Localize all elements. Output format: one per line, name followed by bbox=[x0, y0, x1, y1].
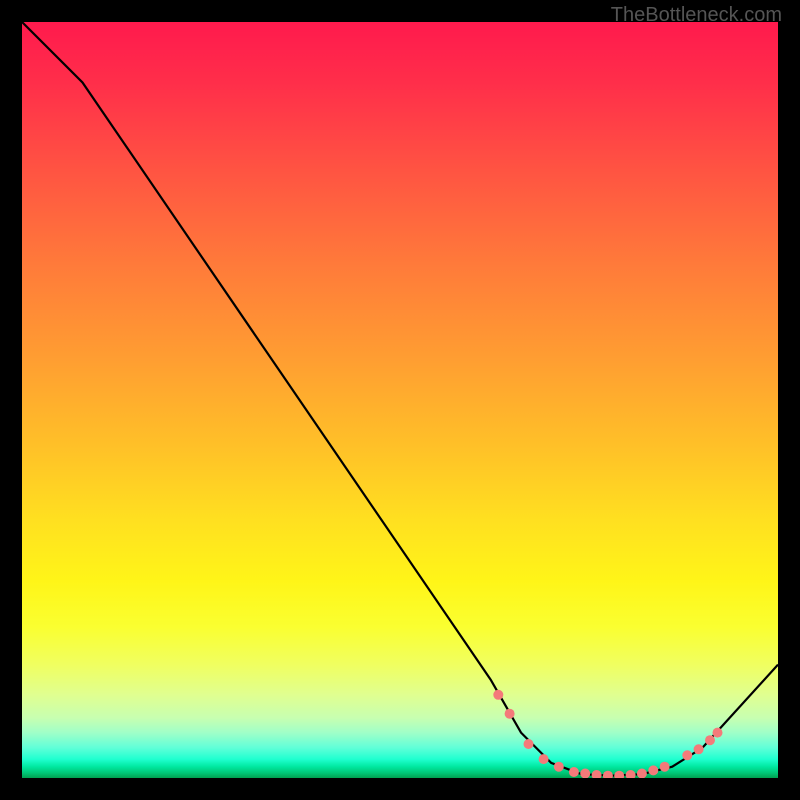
watermark-text: TheBottleneck.com bbox=[611, 4, 782, 27]
chart-gradient-background bbox=[22, 22, 778, 778]
